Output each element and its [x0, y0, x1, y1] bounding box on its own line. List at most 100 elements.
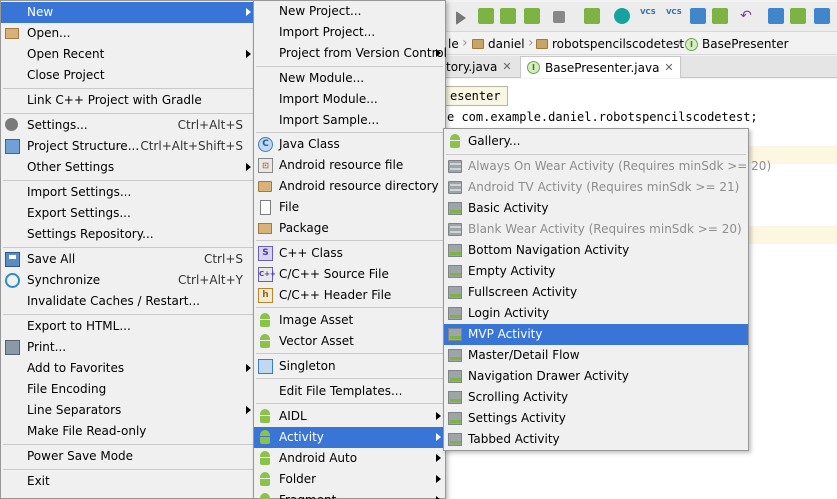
menu-separator — [3, 88, 253, 89]
vcs-update-icon[interactable]: VCS — [640, 8, 656, 24]
menu-item-mvp-activity[interactable]: MVP Activity — [444, 324, 748, 345]
menu-item-invalidate-caches[interactable]: Invalidate Caches / Restart... — [1, 291, 255, 312]
menu-item-vector-asset[interactable]: Vector Asset — [254, 331, 445, 352]
vcs-commit-icon[interactable]: VCS — [666, 8, 682, 24]
project-structure-toolbar-icon[interactable] — [768, 8, 784, 24]
menu-item-print[interactable]: Print... — [1, 337, 255, 358]
menu-item-other-settings[interactable]: Other Settings — [1, 157, 255, 178]
menu-item-settings[interactable]: Settings... Ctrl+Alt+S — [1, 115, 255, 136]
search-everywhere-icon[interactable] — [814, 8, 830, 24]
history-icon[interactable] — [690, 8, 706, 24]
menu-item-import-project[interactable]: Import Project... — [254, 22, 445, 43]
menu-item-import-module[interactable]: Import Module... — [254, 89, 445, 110]
menu-item-file-encoding[interactable]: File Encoding — [1, 379, 255, 400]
submenu-arrow-icon — [436, 49, 441, 57]
breadcrumb-robotspencilscodetest[interactable]: robotspencilscodetest — [536, 36, 684, 52]
android-monitor-icon[interactable] — [790, 8, 806, 24]
interface-icon: I — [527, 61, 540, 74]
menu-item-android-auto[interactable]: Android Auto — [254, 448, 445, 469]
menu-item-bottom-navigation-activity[interactable]: Bottom Navigation Activity — [444, 240, 748, 261]
activity-template-icon — [448, 202, 462, 215]
activity-template-icon — [448, 181, 462, 194]
menu-item-new[interactable]: New — [1, 2, 255, 23]
menu-item-open[interactable]: Open... — [1, 23, 255, 44]
close-icon[interactable]: ✕ — [664, 57, 673, 79]
menu-item-synchronize[interactable]: Synchronize Ctrl+Alt+Y — [1, 270, 255, 291]
menu-item-android-resource-directory[interactable]: Android resource directory — [254, 176, 445, 197]
menu-item-cpp-source-file[interactable]: C++ C/C++ Source File — [254, 264, 445, 285]
menu-item-close-project[interactable]: Close Project — [1, 65, 255, 86]
menu-item-link-cpp-project[interactable]: Link C++ Project with Gradle — [1, 90, 255, 111]
menu-item-fragment[interactable]: Fragment — [254, 490, 445, 499]
menu-item-export-settings[interactable]: Export Settings... — [1, 203, 255, 224]
stop-icon[interactable] — [553, 11, 565, 23]
menu-item-empty-activity[interactable]: Empty Activity — [444, 261, 748, 282]
menu-item-export-to-html[interactable]: Export to HTML... — [1, 316, 255, 337]
java-class-icon: C — [258, 137, 273, 152]
breadcrumb-daniel[interactable]: daniel — [472, 36, 525, 52]
wrench-icon — [5, 118, 18, 131]
menu-item-navigation-drawer-activity[interactable]: Navigation Drawer Activity — [444, 366, 748, 387]
menu-item-project-from-vcs[interactable]: Project from Version Control — [254, 43, 447, 64]
menu-item-project-structure[interactable]: Project Structure... Ctrl+Alt+Shift+S — [1, 136, 255, 157]
menu-item-android-tv-activity: Android TV Activity (Requires minSdk >= … — [444, 177, 748, 198]
activity-template-icon — [448, 370, 462, 383]
menu-separator — [3, 444, 253, 445]
breadcrumb-basepresenter[interactable]: I BasePresenter — [685, 36, 789, 52]
cpp-header-icon: h — [258, 288, 273, 303]
menu-item-cpp-class[interactable]: S C++ Class — [254, 243, 445, 264]
apply-changes-icon[interactable] — [524, 8, 540, 24]
menu-item-folder[interactable]: Folder — [254, 469, 445, 490]
attach-debugger-icon[interactable] — [500, 8, 516, 24]
menu-separator — [446, 154, 746, 155]
avd-manager-icon[interactable] — [584, 8, 600, 24]
menu-separator — [3, 180, 253, 181]
menu-item-singleton[interactable]: Singleton — [254, 356, 445, 377]
menu-item-new-module[interactable]: New Module... — [254, 68, 445, 89]
menu-item-activity[interactable]: Activity — [254, 427, 445, 448]
menu-item-image-asset[interactable]: Image Asset — [254, 310, 445, 331]
menu-item-make-read-only[interactable]: Make File Read-only — [1, 421, 255, 442]
menu-item-settings-repository[interactable]: Settings Repository... — [1, 224, 255, 245]
menu-item-import-sample[interactable]: Import Sample... — [254, 110, 445, 131]
menu-item-settings-activity[interactable]: Settings Activity — [444, 408, 748, 429]
menu-item-android-resource-file[interactable]: ⊡ Android resource file — [254, 155, 445, 176]
menu-item-aidl[interactable]: AIDL — [254, 406, 445, 427]
menu-item-basic-activity[interactable]: Basic Activity — [444, 198, 748, 219]
menu-item-login-activity[interactable]: Login Activity — [444, 303, 748, 324]
run-icon[interactable] — [456, 11, 466, 25]
menu-item-open-recent[interactable]: Open Recent — [1, 44, 255, 65]
menu-item-power-save-mode[interactable]: Power Save Mode — [1, 446, 255, 467]
menu-item-tabbed-activity[interactable]: Tabbed Activity — [444, 429, 748, 450]
menu-item-add-to-favorites[interactable]: Add to Favorites — [1, 358, 255, 379]
debug-icon[interactable] — [478, 8, 494, 24]
sdk-manager-icon[interactable] — [712, 8, 728, 24]
menu-item-file[interactable]: File — [254, 197, 445, 218]
tab-repository[interactable]: tory.java ✕ — [440, 56, 518, 78]
menu-item-java-class[interactable]: C Java Class — [254, 134, 445, 155]
menu-item-gallery[interactable]: Gallery... — [444, 131, 748, 152]
menu-item-package[interactable]: Package — [254, 218, 445, 239]
menu-item-cpp-header-file[interactable]: h C/C++ Header File — [254, 285, 445, 306]
sync-gradle-icon[interactable] — [614, 8, 630, 24]
menu-item-new-project[interactable]: New Project... — [254, 1, 445, 22]
singleton-icon — [258, 359, 273, 374]
menu-item-save-all[interactable]: Save All Ctrl+S — [1, 249, 255, 270]
menu-item-fullscreen-activity[interactable]: Fullscreen Activity — [444, 282, 748, 303]
tab-basepresenter[interactable]: I BasePresenter.java ✕ — [520, 56, 681, 78]
android-resource-file-icon: ⊡ — [258, 158, 273, 173]
activity-template-icon — [448, 307, 462, 320]
menu-item-line-separators[interactable]: Line Separators — [1, 400, 255, 421]
menu-item-master-detail-flow[interactable]: Master/Detail Flow — [444, 345, 748, 366]
menu-separator — [256, 353, 443, 354]
revert-icon[interactable]: ↶ — [738, 8, 754, 24]
menu-item-scrolling-activity[interactable]: Scrolling Activity — [444, 387, 748, 408]
menu-item-import-settings[interactable]: Import Settings... — [1, 182, 255, 203]
editor-tabs: tory.java ✕ I BasePresenter.java ✕ — [440, 56, 837, 78]
close-icon[interactable]: ✕ — [502, 56, 511, 78]
menu-item-edit-file-templates[interactable]: Edit File Templates... — [254, 381, 445, 402]
android-icon — [258, 472, 272, 486]
activity-template-icon — [448, 223, 462, 236]
interface-icon: I — [685, 37, 698, 51]
menu-item-exit[interactable]: Exit — [1, 471, 255, 492]
